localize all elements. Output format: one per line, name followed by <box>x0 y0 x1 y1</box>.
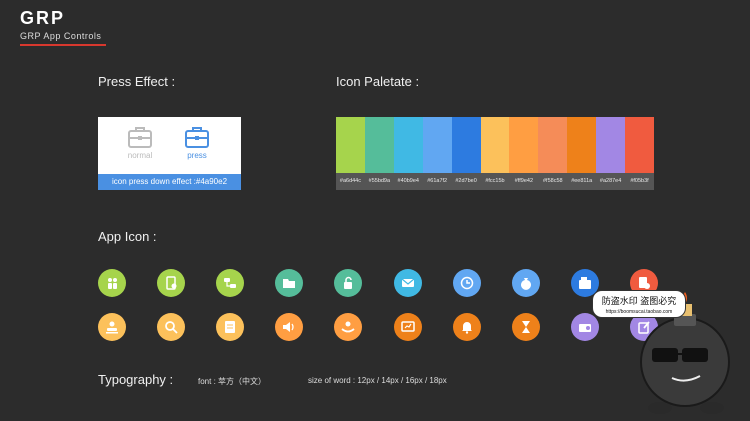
palette-code: #a287e4 <box>599 178 622 184</box>
search-icon[interactable] <box>157 313 186 341</box>
volume-icon[interactable] <box>275 313 304 341</box>
typography-title: Typography : <box>98 372 174 387</box>
brand-underline <box>20 44 106 46</box>
palette-code: #f58c58 <box>543 178 563 184</box>
press-state[interactable]: press <box>172 125 222 160</box>
palette-swatches <box>336 117 654 173</box>
palette-code: #55bd9a <box>368 178 391 184</box>
unlock-icon[interactable] <box>334 269 363 297</box>
watermark-url: https://boomsucai.taobao.com <box>605 309 673 315</box>
watermark-text: 防盗水印 盗图必究 <box>601 296 677 306</box>
palette-swatch <box>538 117 568 173</box>
app-icon-title: App Icon : <box>98 229 157 244</box>
palette-swatch <box>567 117 597 173</box>
chart-board-icon[interactable] <box>393 313 422 341</box>
app-icon-row <box>98 313 658 343</box>
typography-sizes: size of word : 12px / 14px / 16px / 18px <box>308 376 447 385</box>
color-palette: #a6d44c #55bd9a #40b9e4 #61a7f2 #2d7be0 #fcc1… <box>336 117 654 190</box>
brand-subtitle: GRP App Controls <box>20 31 102 41</box>
palette-swatch <box>596 117 626 173</box>
briefcase-icon <box>185 127 209 148</box>
palette-codes: #a6d44c #55bd9a #40b9e4 #61a7f2 #2d7be0 #fcc1… <box>336 173 654 190</box>
palette-swatch <box>451 117 481 173</box>
palette-code: #ee811a <box>571 178 593 184</box>
money-bag-icon[interactable] <box>511 269 540 297</box>
palette-code: #a6d44c <box>339 178 361 184</box>
normal-state: normal <box>115 125 165 160</box>
watermark-bubble: 防盗水印 盗图必究 https://boomsucai.taobao.com <box>592 290 686 318</box>
press-effect-card: normal press icon press down effect :#4a… <box>98 117 241 190</box>
palette-title: Icon Paletate : <box>336 74 420 89</box>
flow-icon[interactable] <box>216 269 245 297</box>
hand-person-icon[interactable] <box>334 313 363 341</box>
press-effect-caption: icon press down effect :#4a90e2 <box>98 174 241 190</box>
bell-icon[interactable] <box>452 313 481 341</box>
palette-swatch <box>480 117 510 173</box>
palette-swatch <box>393 117 423 173</box>
press-label: press <box>187 151 207 160</box>
clock-icon[interactable] <box>452 269 481 297</box>
typography-font: font : 苹方（中文） <box>198 377 267 386</box>
stamp-icon[interactable] <box>98 313 126 341</box>
palette-swatch <box>509 117 539 173</box>
app-icon-row <box>98 269 658 299</box>
palette-code: #f05b3f <box>630 178 649 184</box>
people-icon[interactable] <box>98 269 126 297</box>
brand-header: GRP GRP App Controls <box>20 8 106 46</box>
normal-label: normal <box>127 151 153 160</box>
palette-code: #2d7be0 <box>455 178 477 184</box>
document-list-icon[interactable] <box>216 313 245 341</box>
palette-swatch <box>625 117 654 173</box>
app-icon-grid <box>98 269 658 357</box>
palette-swatch <box>364 117 394 173</box>
palette-code: #40b9e4 <box>397 178 419 184</box>
palette-code: #fcc15b <box>485 178 505 184</box>
palette-code: #61a7f2 <box>427 178 448 184</box>
press-effect-title: Press Effect : <box>98 74 176 89</box>
palette-swatch <box>422 117 452 173</box>
brand-title: GRP <box>20 8 66 28</box>
watermark: 防盗水印 盗图必究 https://boomsucai.taobao.com <box>590 290 750 421</box>
hourglass-icon[interactable] <box>511 313 540 341</box>
folder-icon[interactable] <box>275 269 304 297</box>
palette-code: #ff9e42 <box>514 178 534 184</box>
phone-document-icon[interactable] <box>157 269 186 297</box>
mail-icon[interactable] <box>393 269 422 297</box>
briefcase-icon <box>128 127 152 148</box>
palette-swatch <box>336 117 365 173</box>
